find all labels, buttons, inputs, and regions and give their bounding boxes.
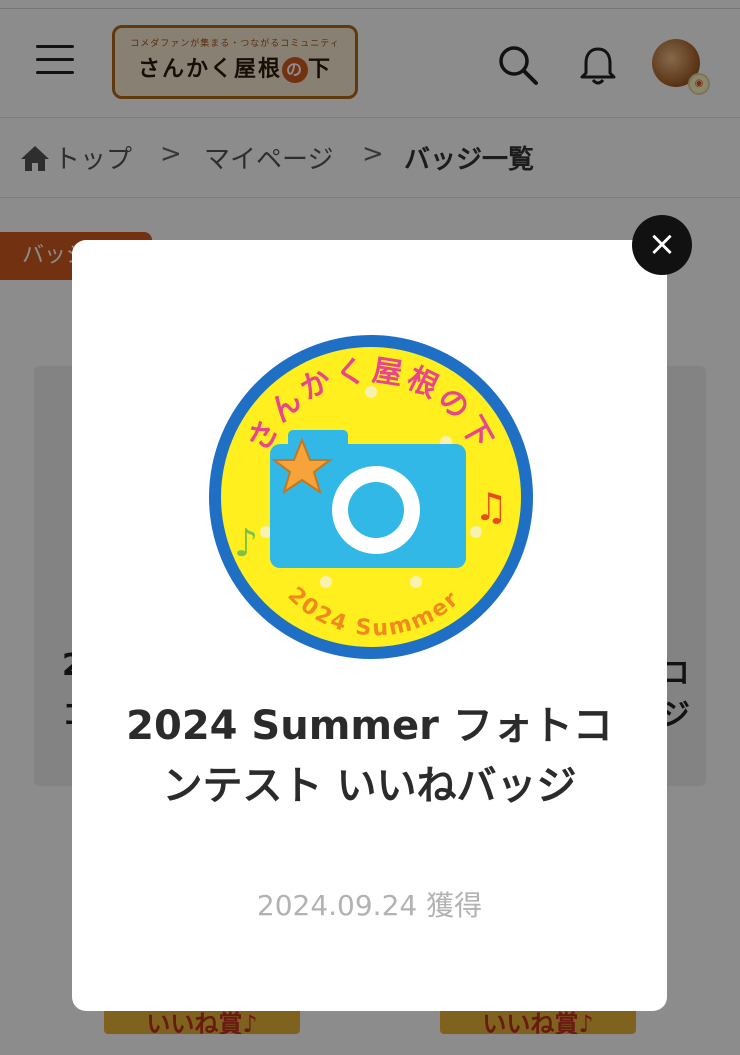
close-modal-button[interactable]: ×: [632, 215, 692, 275]
badge-acquired-date: 2024.09.24 獲得: [256, 889, 483, 922]
badge-image: さんかく屋根の下 ♪ ♫ 2024 Summer: [206, 332, 536, 662]
svg-text:♫: ♫: [474, 485, 508, 529]
svg-text:♪: ♪: [234, 521, 258, 565]
badge-title: 2024 Summer フォトコンテスト いいねバッジ: [126, 703, 613, 809]
badge-detail-modal: さんかく屋根の下 ♪ ♫ 2024 Summer 2024 Summer フォト…: [72, 240, 667, 1011]
